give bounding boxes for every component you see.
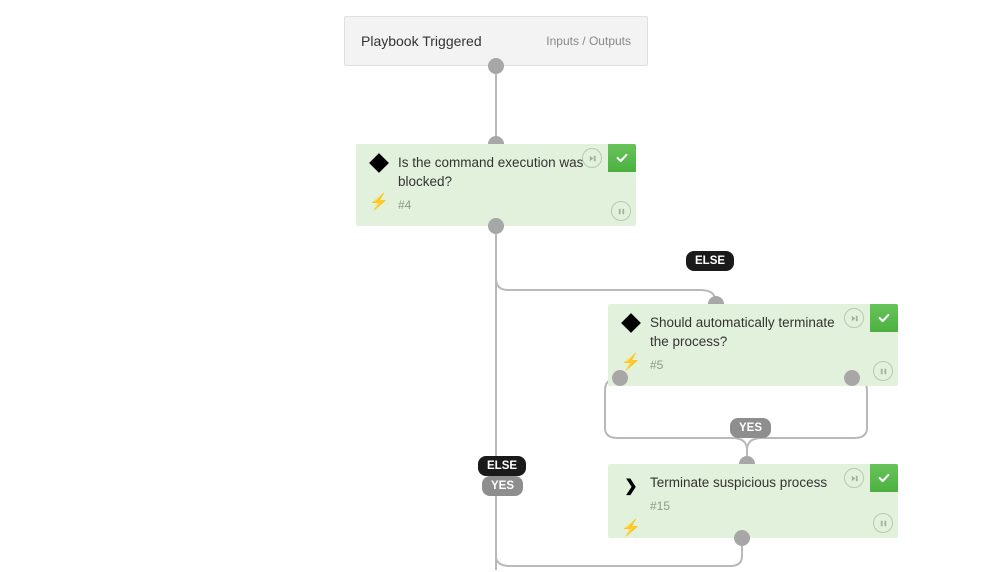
- skip-button[interactable]: [844, 308, 864, 328]
- step3-out-port[interactable]: [734, 530, 750, 546]
- branch-label-else-bottom: ELSE: [478, 456, 526, 476]
- step-number: #4: [398, 198, 586, 212]
- trigger-sub[interactable]: Inputs / Outputs: [546, 34, 631, 48]
- action-chevron-icon: ❯: [624, 476, 637, 496]
- status-success-icon: [870, 464, 898, 492]
- bolt-icon: ⚡: [621, 352, 641, 372]
- condition-diamond-icon: [369, 153, 389, 173]
- branch-label-yes: YES: [730, 418, 771, 438]
- status-success-icon: [870, 304, 898, 332]
- step-number: #5: [650, 358, 848, 372]
- step1-out-port[interactable]: [488, 218, 504, 234]
- step-question: Terminate suspicious process: [650, 474, 848, 493]
- condition-diamond-icon: [621, 313, 641, 333]
- step2-out-port-right[interactable]: [844, 370, 860, 386]
- step2-out-port-left[interactable]: [612, 370, 628, 386]
- step-node-15[interactable]: ❯ ⚡ Terminate suspicious process #15: [608, 464, 898, 538]
- step-node-4[interactable]: ⚡ Is the command execution was blocked? …: [356, 144, 636, 226]
- status-success-icon: [608, 144, 636, 172]
- step-question: Is the command execution was blocked?: [398, 154, 586, 192]
- bolt-icon: ⚡: [369, 192, 389, 212]
- pause-button[interactable]: [873, 513, 893, 533]
- branch-label-else: ELSE: [686, 251, 734, 271]
- trigger-out-port[interactable]: [488, 58, 504, 74]
- step-question: Should automatically terminate the proce…: [650, 314, 848, 352]
- trigger-title: Playbook Triggered: [361, 33, 482, 49]
- pause-button[interactable]: [611, 201, 631, 221]
- skip-button[interactable]: [844, 468, 864, 488]
- step-number: #15: [650, 499, 848, 513]
- bolt-icon: ⚡: [621, 518, 641, 538]
- pause-button[interactable]: [873, 361, 893, 381]
- skip-button[interactable]: [582, 148, 602, 168]
- branch-label-yes-bottom: YES: [482, 476, 523, 496]
